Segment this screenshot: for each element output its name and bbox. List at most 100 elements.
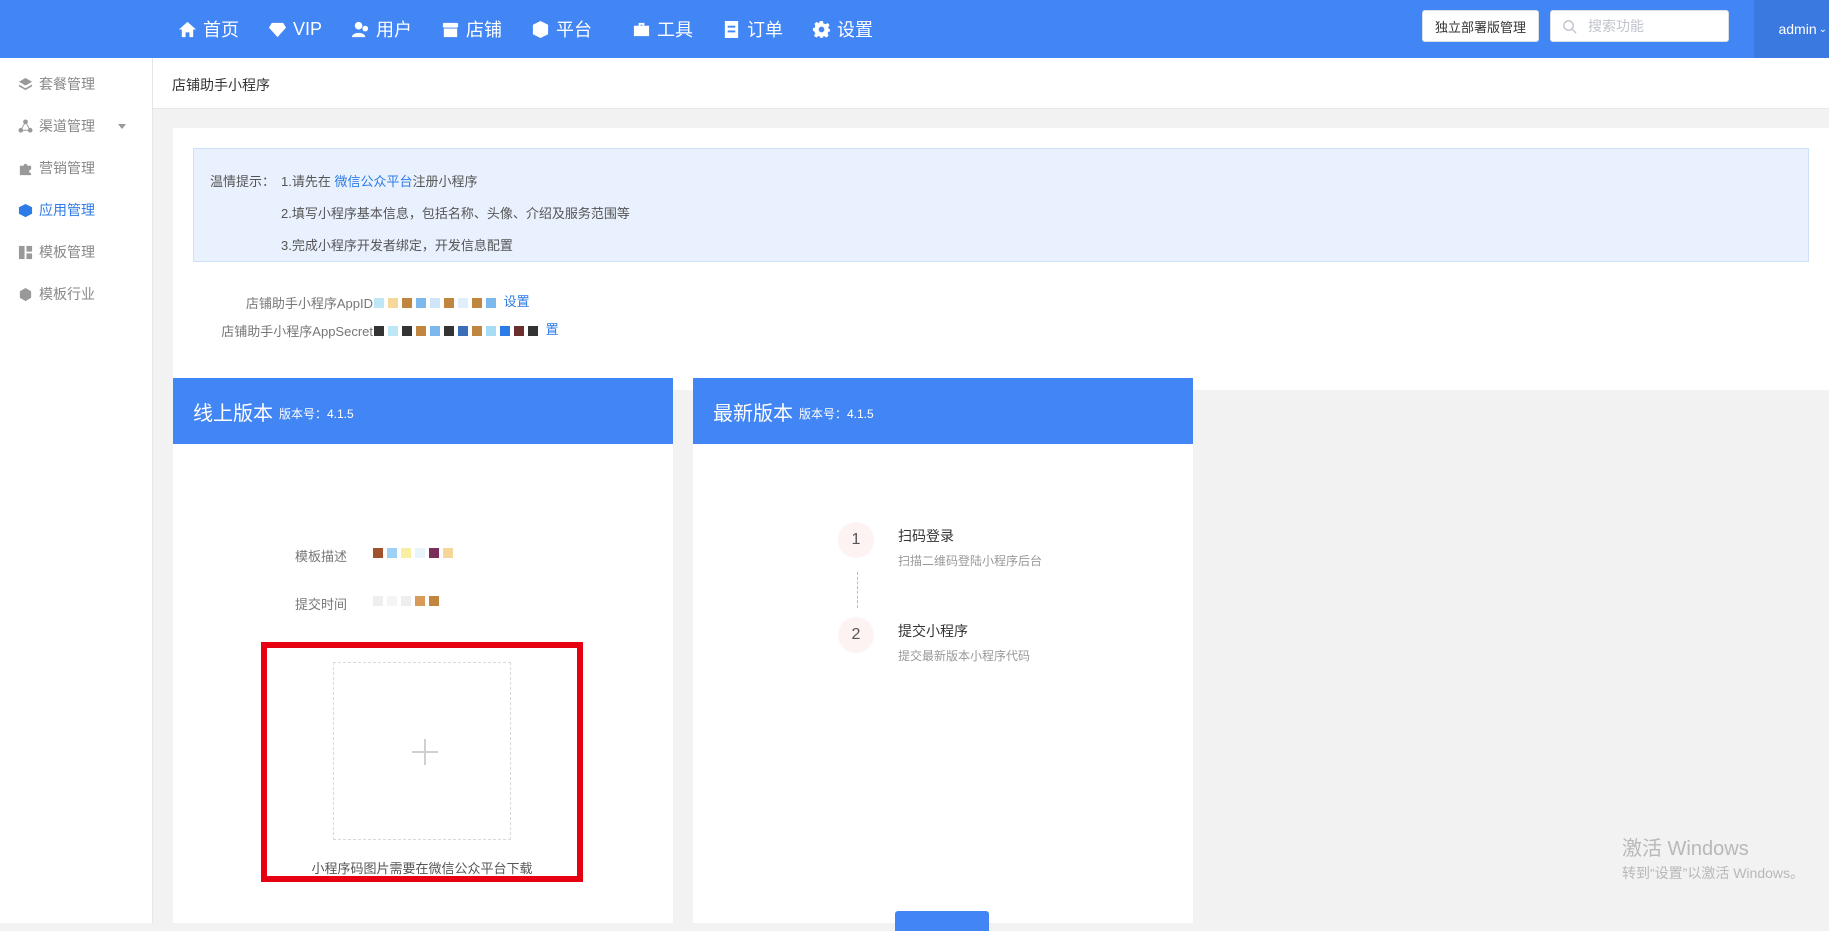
tip-line-1-prefix: 1.请先在 xyxy=(281,174,335,189)
shop-icon xyxy=(442,22,459,37)
tip-line-3: 3.完成小程序开发者绑定，开发信息配置 xyxy=(281,238,513,253)
sidebar-item-channel[interactable]: 渠道管理 xyxy=(18,115,138,137)
appsecret-value: 置 xyxy=(374,319,559,338)
windows-activation-watermark: 激活 Windows 转到“设置”以激活 Windows。 xyxy=(1622,832,1804,883)
qr-code-highlight: 小程序码图片需要在微信公众平台下载 xyxy=(261,642,583,882)
nav-platform[interactable]: 平台 xyxy=(531,16,592,42)
submit-time-label: 提交时间 xyxy=(295,597,348,612)
home-icon xyxy=(178,21,197,37)
tip-line-1-suffix: 注册小程序 xyxy=(412,174,478,189)
redacted-mosaic xyxy=(444,325,454,336)
username: admin xyxy=(1778,21,1817,37)
nav-platform-label: 平台 xyxy=(556,20,593,40)
sidebar-item-label: 套餐管理 xyxy=(39,76,95,92)
chevron-down-icon xyxy=(118,123,126,129)
sidebar-item-package[interactable]: 套餐管理 xyxy=(18,73,138,95)
redacted-mosaic xyxy=(388,325,398,336)
qr-upload-box[interactable] xyxy=(333,662,511,840)
nav-home[interactable]: 首页 xyxy=(178,16,239,42)
redacted-mosaic xyxy=(486,325,496,336)
nav-settings[interactable]: 设置 xyxy=(812,16,873,42)
submit-time-value xyxy=(373,592,443,607)
sidebar-item-template-industry[interactable]: 模板行业 xyxy=(18,283,138,305)
step-title: 扫码登录 xyxy=(898,528,954,544)
redacted-mosaic xyxy=(416,325,426,336)
tip-label: 温情提示： xyxy=(210,174,276,189)
redacted-mosaic xyxy=(429,595,439,606)
redacted-mosaic xyxy=(500,325,510,336)
tip-line-2: 2.填写小程序基本信息，包括名称、头像、介绍及服务范围等 xyxy=(281,206,630,221)
nav-tools[interactable]: 工具 xyxy=(632,16,693,42)
redacted-mosaic xyxy=(458,297,468,308)
nav-home-label: 首页 xyxy=(203,20,239,40)
nav-order[interactable]: 订单 xyxy=(722,16,783,42)
redacted-mosaic xyxy=(458,325,468,336)
plus-icon-vertical xyxy=(424,739,426,765)
search-box[interactable] xyxy=(1550,10,1729,42)
redacted-mosaic xyxy=(514,325,524,336)
sidebar-item-templates[interactable]: 模板管理 xyxy=(18,241,138,263)
nav-settings-label: 设置 xyxy=(837,20,874,40)
chevron-down-icon: ⌄ xyxy=(1818,23,1827,35)
diamond-icon xyxy=(268,22,287,37)
tip-box: 温情提示： 1.请先在 微信公众平台注册小程序 2.填写小程序基本信息，包括名称… xyxy=(193,148,1809,262)
redacted-mosaic xyxy=(443,547,453,558)
nav-order-label: 订单 xyxy=(747,20,784,40)
redacted-mosaic xyxy=(415,547,425,558)
redacted-mosaic xyxy=(444,297,454,308)
template-desc-label: 模板描述 xyxy=(295,549,348,564)
redacted-mosaic xyxy=(401,547,411,558)
sidebar-item-label: 应用管理 xyxy=(39,202,95,218)
redacted-mosaic xyxy=(373,547,383,558)
gear-icon xyxy=(812,20,831,38)
redacted-mosaic xyxy=(486,297,496,308)
cube-icon xyxy=(532,20,549,38)
sidebar-item-apps[interactable]: 应用管理 xyxy=(18,199,138,221)
user-icon xyxy=(351,21,369,37)
step-connector xyxy=(857,572,858,608)
config-card: 温情提示： 1.请先在 微信公众平台注册小程序 2.填写小程序基本信息，包括名称… xyxy=(173,128,1829,390)
latest-version-panel: 最新版本 版本号：4.1.5 1 扫码登录 扫描二维码登陆小程序后台 2 提交小… xyxy=(693,378,1193,931)
redacted-mosaic xyxy=(472,297,482,308)
nav-shop-label: 店铺 xyxy=(466,20,503,40)
redacted-mosaic xyxy=(388,297,398,308)
redacted-mosaic xyxy=(387,595,397,606)
appid-set-link[interactable]: 设置 xyxy=(504,294,530,309)
page-title: 店铺助手小程序 xyxy=(172,77,270,93)
redacted-mosaic xyxy=(416,297,426,308)
document-icon xyxy=(724,20,739,38)
submit-button[interactable] xyxy=(895,911,989,931)
sidebar: 套餐管理 渠道管理 营销管理 应用管理 模板管理 模板行业 xyxy=(0,58,153,923)
tip-line-1: 1.请先在 微信公众平台注册小程序 xyxy=(281,171,478,190)
deploy-management-button[interactable]: 独立部署版管理 xyxy=(1422,10,1539,42)
redacted-mosaic xyxy=(387,547,397,558)
step-number: 2 xyxy=(838,617,874,653)
redacted-mosaic xyxy=(528,325,538,336)
puzzle-icon xyxy=(19,163,32,175)
sidebar-item-label: 营销管理 xyxy=(39,160,95,176)
appsecret-set-link[interactable]: 置 xyxy=(546,322,559,337)
nav-vip-label: VIP xyxy=(293,18,323,39)
redacted-mosaic xyxy=(472,325,482,336)
nav-user[interactable]: 用户 xyxy=(351,16,412,42)
wechat-platform-link[interactable]: 微信公众平台 xyxy=(334,174,412,189)
appid-label: 店铺助手小程序AppID xyxy=(245,296,373,311)
redacted-mosaic xyxy=(430,297,440,308)
search-input[interactable] xyxy=(1586,17,1720,35)
content-header: 店铺助手小程序 xyxy=(153,58,1829,109)
sidebar-item-marketing[interactable]: 营销管理 xyxy=(18,157,138,179)
online-version-panel: 线上版本 版本号：4.1.5 模板描述 提交时间 小程序码图片需要在微信公众平台… xyxy=(173,378,673,923)
grid-icon xyxy=(18,245,33,259)
user-menu[interactable]: admin ⌄ xyxy=(1754,0,1829,58)
nav-vip[interactable]: VIP xyxy=(268,19,322,40)
hexagon-icon xyxy=(19,287,32,301)
qr-caption: 小程序码图片需要在微信公众平台下载 xyxy=(311,861,533,876)
latest-version-number: 版本号：4.1.5 xyxy=(799,406,874,421)
appid-value: 设置 xyxy=(374,291,530,310)
nav-shop[interactable]: 店铺 xyxy=(441,16,502,42)
step-desc: 扫描二维码登陆小程序后台 xyxy=(898,554,1043,568)
online-version-number: 版本号：4.1.5 xyxy=(279,406,354,421)
latest-version-title: 最新版本 xyxy=(713,402,793,425)
redacted-mosaic xyxy=(429,547,439,558)
step-desc: 提交最新版本小程序代码 xyxy=(898,649,1031,663)
